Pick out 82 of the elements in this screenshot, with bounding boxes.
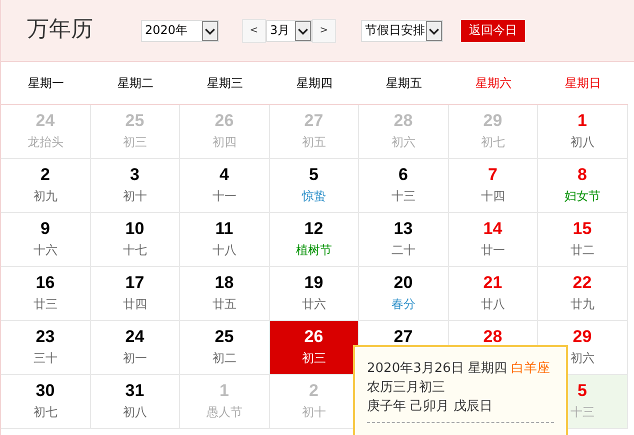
day-number: 11 <box>215 219 234 239</box>
lunar-date: 初十 <box>302 404 326 420</box>
day-number: 13 <box>394 219 413 239</box>
lunar-date: 初四 <box>212 134 236 150</box>
lunar-date: 十八 <box>212 242 236 258</box>
lunar-date: 初六 <box>570 350 594 366</box>
lunar-date: 初九 <box>33 188 58 204</box>
day-number: 2 <box>40 165 50 185</box>
lunar-date: 廿六 <box>302 296 326 312</box>
lunar-date: 廿八 <box>480 296 505 312</box>
lunar-date: 三十 <box>33 350 58 366</box>
day-number: 9 <box>40 219 50 239</box>
lunar-date: 十七 <box>122 242 147 258</box>
lunar-date: 愚人节 <box>206 404 242 420</box>
day-number: 6 <box>398 165 408 185</box>
lunar-date: 初二 <box>212 350 236 366</box>
lunar-date: 初六 <box>391 134 416 150</box>
lunar-date: 廿一 <box>480 242 505 258</box>
lunar-date: 春分 <box>391 296 416 312</box>
lunar-date: 初七 <box>480 134 505 150</box>
lunar-date: 初八 <box>570 134 594 150</box>
day-number: 25 <box>214 327 234 347</box>
lunar-date: 廿二 <box>570 242 594 258</box>
day-number: 20 <box>394 273 413 293</box>
tooltip-date: 2020年3月26日 星期四 <box>367 361 508 376</box>
day-number: 3 <box>130 165 140 185</box>
day-number: 27 <box>304 111 324 131</box>
day-number: 17 <box>125 273 144 293</box>
day-number: 18 <box>214 273 234 293</box>
lunar-date: 惊蛰 <box>302 188 326 204</box>
lunar-date: 廿九 <box>570 296 594 312</box>
day-number: 29 <box>572 327 592 347</box>
day-number: 15 <box>572 219 592 239</box>
day-number: 28 <box>394 111 413 131</box>
lunar-date: 初五 <box>302 134 326 150</box>
lunar-date: 初十 <box>122 188 147 204</box>
day-number: 25 <box>125 111 144 131</box>
lunar-date: 初三 <box>302 350 326 366</box>
lunar-date: 廿四 <box>122 296 147 312</box>
day-number: 23 <box>36 327 55 347</box>
lunar-date: 十一 <box>212 188 236 204</box>
day-number: 16 <box>36 273 55 293</box>
lunar-date: 廿三 <box>33 296 58 312</box>
day-number: 1 <box>578 111 587 131</box>
day-number: 22 <box>572 273 592 293</box>
day-number: 30 <box>36 381 55 401</box>
day-number: 24 <box>125 327 144 347</box>
day-number: 10 <box>125 219 144 239</box>
day-number: 19 <box>304 273 324 293</box>
day-number: 4 <box>220 165 229 185</box>
day-number: 2 <box>309 381 318 401</box>
lunar-date: 十三 <box>391 188 416 204</box>
lunar-date: 初一 <box>122 350 147 366</box>
day-number: 26 <box>214 111 234 131</box>
page-title: 万年历 <box>27 16 94 44</box>
day-number: 28 <box>483 327 502 347</box>
day-number: 24 <box>36 111 55 131</box>
lunar-date: 初三 <box>122 134 147 150</box>
lunar-date: 十四 <box>480 188 505 204</box>
tooltip-ganzhi: 庚子年 己卯月 戊辰日 <box>367 398 494 416</box>
day-number: 12 <box>304 219 324 239</box>
lunar-date: 二十 <box>391 242 416 258</box>
day-number: 21 <box>483 273 502 293</box>
day-number: 8 <box>578 165 587 185</box>
lunar-date: 初八 <box>122 404 147 420</box>
day-number: 14 <box>483 219 502 239</box>
lunar-date: 龙抬头 <box>27 134 64 150</box>
day-number: 5 <box>578 381 587 401</box>
lunar-date: 初七 <box>33 404 58 420</box>
day-number: 7 <box>488 165 498 185</box>
day-number: 26 <box>304 327 324 347</box>
lunar-date: 植树节 <box>296 242 332 258</box>
lunar-date: 十六 <box>33 242 58 258</box>
day-number: 29 <box>483 111 502 131</box>
day-number: 27 <box>394 327 413 347</box>
lunar-date: 妇女节 <box>564 188 600 204</box>
day-number: 31 <box>125 381 144 401</box>
lunar-date: 十三 <box>570 404 594 420</box>
tooltip-lunar-date: 农历三月初三 <box>367 379 446 397</box>
day-number: 1 <box>220 381 229 401</box>
lunar-date: 廿五 <box>212 296 236 312</box>
day-number: 5 <box>309 165 318 185</box>
